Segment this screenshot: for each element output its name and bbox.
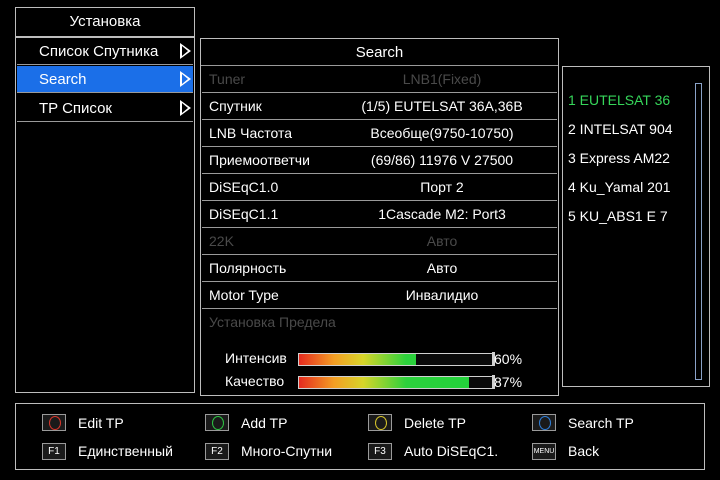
row-diseqc10[interactable]: DiSEqC1.0 Порт 2	[202, 174, 557, 201]
row-22k: 22K Авто	[202, 228, 557, 255]
intensity-label: Интенсив	[225, 350, 287, 366]
row-value: (1/5) EUTELSAT 36A,36B	[361, 98, 523, 114]
search-panel: Search Tuner LNB1(Fixed) Спутник (1/5) E…	[200, 38, 559, 396]
row-label: Спутник	[209, 98, 262, 114]
row-value: LNB1(Fixed)	[402, 71, 482, 87]
intensity-percent: 60%	[494, 351, 523, 367]
blue-button-icon	[532, 414, 556, 431]
satellite-list: 1 EUTELSAT 36 2 INTELSAT 904 3 Express A…	[562, 66, 710, 387]
menu-item-label: Search	[39, 71, 87, 88]
menu-item-label: Список Спутника	[39, 43, 159, 60]
edit-tp-label[interactable]: Edit TP	[78, 415, 124, 431]
red-button-icon	[42, 414, 66, 431]
row-label: Установка Предела	[209, 314, 336, 330]
row-label: LNB Частота	[209, 125, 293, 141]
quality-percent: 87%	[494, 374, 523, 390]
satellite-list-item[interactable]: 5 KU_ABS1 E 7	[568, 208, 668, 224]
menu-title: Установка	[15, 7, 195, 37]
row-value: (69/86) 11976 V 27500	[370, 152, 514, 168]
chevron-right-icon	[180, 71, 191, 87]
row-value: Всеобще(9750-10750)	[370, 125, 514, 141]
satellite-list-item[interactable]: 4 Ku_Yamal 201	[568, 179, 670, 195]
row-value: Порт 2	[420, 179, 464, 195]
row-tuner: Tuner LNB1(Fixed)	[202, 66, 557, 93]
settings-menu: Список Спутника Search TP Список	[15, 37, 195, 393]
quality-label: Качество	[225, 373, 285, 389]
row-label: Tuner	[209, 71, 246, 87]
intensity-bar-fill	[299, 354, 416, 365]
chevron-right-icon	[180, 43, 191, 59]
row-label: Motor Type	[209, 287, 279, 303]
satellite-list-item[interactable]: 1 EUTELSAT 36	[568, 92, 670, 108]
row-polarity[interactable]: Полярность Авто	[202, 255, 557, 282]
add-tp-label[interactable]: Add TP	[241, 415, 287, 431]
quality-bar	[298, 376, 495, 389]
f1-key-icon: F1	[42, 443, 66, 460]
menu-item-label: TP Список	[39, 100, 112, 117]
quality-bar-fill	[299, 377, 469, 388]
row-value: 1Cascade M2: Port3	[378, 206, 506, 222]
menu-item-satellite-list[interactable]: Список Спутника	[17, 38, 193, 65]
satellite-list-item[interactable]: 2 INTELSAT 904	[568, 121, 673, 137]
row-transponder[interactable]: Приемоответчи (69/86) 11976 V 27500	[202, 147, 557, 174]
help-bar: Edit TP Add TP Delete TP Search TP F1 Ед…	[15, 403, 705, 470]
auto-diseqc-label[interactable]: Auto DiSEqC1.	[404, 443, 498, 459]
row-satellite[interactable]: Спутник (1/5) EUTELSAT 36A,36B	[202, 93, 557, 120]
row-label: 22K	[209, 233, 234, 249]
f2-key-icon: F2	[205, 443, 229, 460]
menu-item-tp-list[interactable]: TP Список	[17, 95, 193, 122]
row-lnb-frequency[interactable]: LNB Частота Всеобще(9750-10750)	[202, 120, 557, 147]
f3-key-icon: F3	[368, 443, 392, 460]
chevron-right-icon	[180, 100, 191, 116]
row-label: DiSEqC1.1	[209, 206, 279, 222]
row-label: Приемоответчи	[209, 152, 310, 168]
back-label[interactable]: Back	[568, 443, 599, 459]
green-button-icon	[205, 414, 229, 431]
row-diseqc11[interactable]: DiSEqC1.1 1Cascade M2: Port3	[202, 201, 557, 228]
row-value: Авто	[426, 233, 458, 249]
intensity-bar	[298, 353, 495, 366]
satellite-list-item[interactable]: 3 Express AM22	[568, 150, 670, 166]
menu-key-icon: MENU	[532, 443, 556, 460]
scrollbar[interactable]	[695, 83, 702, 380]
row-label: DiSEqC1.0	[209, 179, 279, 195]
row-motor-type[interactable]: Motor Type Инвалидио	[202, 282, 557, 309]
multi-satellite-label[interactable]: Много-Спутни	[241, 443, 332, 459]
row-value: Авто	[426, 260, 458, 276]
menu-item-search[interactable]: Search	[17, 66, 193, 93]
single-satellite-label[interactable]: Единственный	[78, 443, 173, 459]
row-limit-setup: Установка Предела	[202, 309, 557, 336]
delete-tp-label[interactable]: Delete TP	[404, 415, 466, 431]
panel-title: Search	[201, 39, 558, 66]
search-tp-label[interactable]: Search TP	[568, 415, 634, 431]
row-value: Инвалидио	[405, 287, 479, 303]
yellow-button-icon	[368, 414, 392, 431]
row-label: Полярность	[209, 260, 287, 276]
